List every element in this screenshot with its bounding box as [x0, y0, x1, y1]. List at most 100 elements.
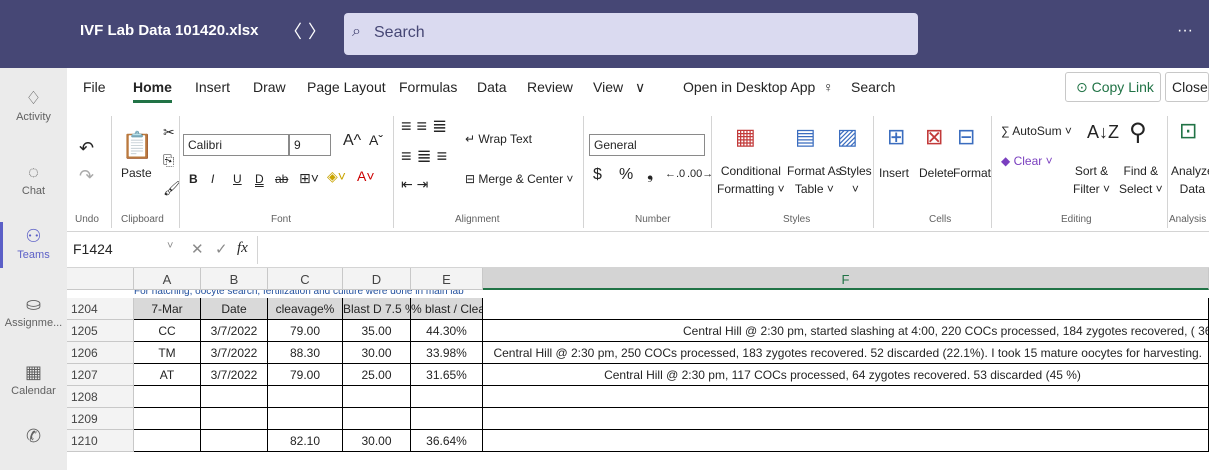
tab-page-layout[interactable]: Page Layout	[307, 79, 386, 95]
currency-button[interactable]: $	[593, 166, 602, 184]
table-cell[interactable]	[411, 386, 483, 408]
table-cell[interactable]	[201, 430, 268, 452]
table-cell[interactable]: % blast / Cleav	[411, 298, 483, 320]
table-cell[interactable]: 44.30%	[411, 320, 483, 342]
grow-font-icon[interactable]: A^	[343, 132, 361, 150]
table-cell[interactable]: Date	[201, 298, 268, 320]
font-size-select[interactable]: 9	[289, 134, 331, 156]
table-cell[interactable]	[201, 408, 268, 430]
open-desktop-app[interactable]: Open in Desktop App	[683, 79, 815, 95]
col-header-b[interactable]: B	[201, 268, 268, 290]
bold-button[interactable]: B	[189, 172, 198, 186]
sort-filter-button[interactable]: Sort & Filter ˅	[1073, 162, 1110, 198]
table-cell[interactable]: 35.00	[343, 320, 411, 342]
col-header-c[interactable]: C	[268, 268, 343, 290]
copy-icon[interactable]: ⎘	[163, 152, 174, 169]
undo-icon[interactable]: ↶	[79, 138, 94, 159]
font-name-select[interactable]: Calibri	[183, 134, 289, 156]
paste-icon[interactable]: 📋	[121, 130, 153, 161]
chevron-down-icon[interactable]: ∨	[635, 79, 645, 96]
table-cell[interactable]: Central Hill @ 2:30 pm, started slashing…	[483, 320, 1209, 342]
decrease-decimal-icon[interactable]: .00→	[687, 168, 713, 180]
indent-icon[interactable]: ⇤ ⇥	[401, 176, 428, 193]
table-cell[interactable]: 3/7/2022	[201, 342, 268, 364]
tab-formulas[interactable]: Formulas	[399, 79, 457, 95]
table-cell[interactable]	[268, 408, 343, 430]
tab-review[interactable]: Review	[527, 79, 573, 95]
close-button[interactable]: Close	[1165, 72, 1209, 102]
tab-file[interactable]: File	[83, 79, 106, 95]
forward-arrow-icon[interactable]: 〉	[308, 18, 326, 44]
cancel-icon[interactable]: ✕	[191, 240, 204, 258]
table-cell[interactable]	[343, 386, 411, 408]
table-cell[interactable]	[411, 408, 483, 430]
copy-link-button[interactable]: ⊙ Copy Link	[1065, 72, 1161, 102]
row-header[interactable]: 1204	[67, 298, 134, 320]
clear-button[interactable]: ◆ Clear ˅	[1001, 154, 1053, 168]
table-cell[interactable]	[134, 430, 201, 452]
table-cell[interactable]: cleavage%	[268, 298, 343, 320]
table-cell[interactable]: 31.65%	[411, 364, 483, 386]
redo-icon[interactable]: ↷	[79, 166, 94, 187]
wrap-text-button[interactable]: ↵ Wrap Text	[465, 132, 532, 146]
confirm-icon[interactable]: ✓	[215, 240, 228, 258]
italic-button[interactable]: I	[211, 172, 214, 186]
cell-styles-button[interactable]: Styles ˅	[839, 162, 872, 198]
strikethrough-button[interactable]: ab	[275, 172, 288, 186]
tab-draw[interactable]: Draw	[253, 79, 286, 95]
table-cell[interactable]	[483, 298, 1209, 320]
tab-home[interactable]: Home	[133, 79, 172, 103]
table-cell[interactable]	[483, 386, 1209, 408]
spreadsheet-grid[interactable]: A B C D E F For hatching, oocyte search,…	[67, 268, 1209, 470]
tell-me-search[interactable]: Search	[851, 79, 895, 95]
table-cell[interactable]	[343, 408, 411, 430]
table-cell[interactable]: Central Hill @ 2:30 pm, 117 COCs process…	[483, 364, 1209, 386]
conditional-formatting-button[interactable]: Conditional Formatting ˅	[717, 162, 785, 198]
format-cells-button[interactable]: Format	[953, 166, 991, 180]
align-top-icon[interactable]: ≡ ≡ ≣	[401, 116, 447, 137]
row-header[interactable]: 1208	[67, 386, 134, 408]
col-header-f[interactable]: F	[483, 268, 1209, 290]
cut-icon[interactable]: ✂	[163, 124, 175, 141]
fill-color-icon[interactable]: ◈˅	[327, 168, 346, 185]
table-cell[interactable]	[268, 386, 343, 408]
rail-chat[interactable]: ◌ Chat	[0, 162, 67, 197]
increase-decimal-icon[interactable]: ←.0	[665, 168, 685, 180]
table-cell[interactable]: 7-Mar	[134, 298, 201, 320]
table-cell[interactable]	[201, 386, 268, 408]
back-arrow-icon[interactable]: 〈	[284, 18, 302, 44]
col-header-a[interactable]: A	[134, 268, 201, 290]
table-cell[interactable]: 3/7/2022	[201, 364, 268, 386]
analyze-data-button[interactable]: Analyze Data	[1171, 162, 1209, 198]
table-cell[interactable]: AT	[134, 364, 201, 386]
table-cell[interactable]: Blast D 7.5 %	[343, 298, 411, 320]
rail-calls[interactable]: ✆	[0, 426, 67, 449]
find-select-button[interactable]: Find & Select ˅	[1119, 162, 1163, 198]
row-header[interactable]: 1207	[67, 364, 134, 386]
rail-activity[interactable]: ♢ Activity	[0, 88, 67, 123]
insert-cells-button[interactable]: Insert	[879, 166, 909, 180]
table-cell[interactable]: 30.00	[343, 430, 411, 452]
tab-data[interactable]: Data	[477, 79, 507, 95]
rail-calendar[interactable]: ▦ Calendar	[0, 362, 67, 397]
rail-assignments[interactable]: ⛀ Assignme...	[0, 294, 67, 329]
table-cell[interactable]: 25.00	[343, 364, 411, 386]
col-header-e[interactable]: E	[411, 268, 483, 290]
underline-button[interactable]: U	[233, 172, 242, 186]
chevron-down-icon[interactable]: ˅	[167, 240, 173, 252]
align-left-icon[interactable]: ≡ ≣ ≡	[401, 146, 447, 167]
percent-button[interactable]: %	[619, 166, 633, 184]
delete-cells-button[interactable]: Delete	[919, 166, 954, 180]
table-cell[interactable]: 36.64%	[411, 430, 483, 452]
rail-teams[interactable]: ⚇ Teams	[0, 222, 67, 268]
comma-button[interactable]: ❟	[647, 166, 653, 184]
number-format-select[interactable]: General	[589, 134, 705, 156]
borders-icon[interactable]: ⊞˅	[299, 170, 319, 187]
col-header-d[interactable]: D	[343, 268, 411, 290]
table-cell[interactable]	[134, 408, 201, 430]
table-cell[interactable]: 3/7/2022	[201, 320, 268, 342]
autosum-button[interactable]: ∑ AutoSum ˅	[1001, 124, 1072, 138]
table-cell[interactable]: 79.00	[268, 364, 343, 386]
font-color-icon[interactable]: A˅	[357, 168, 375, 184]
table-cell[interactable]: TM	[134, 342, 201, 364]
